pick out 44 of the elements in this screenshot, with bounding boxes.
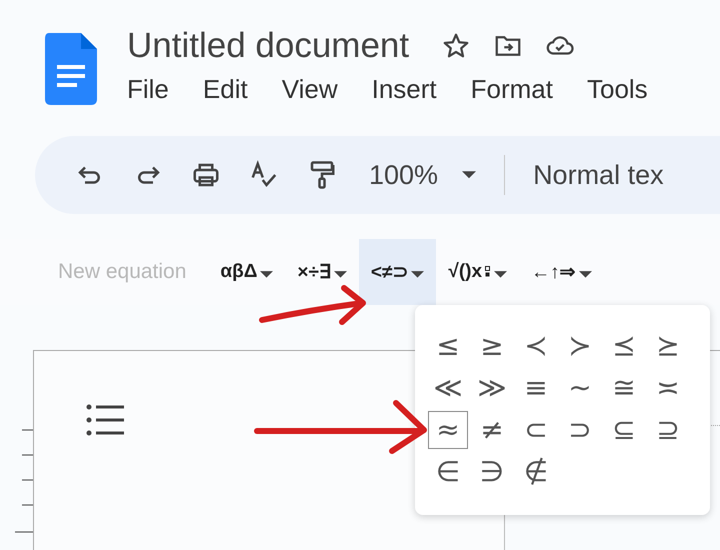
menu-item[interactable]: Format [470, 74, 553, 105]
symbol-option[interactable]: ≡ [516, 369, 556, 407]
symbol-option[interactable]: ≺ [516, 327, 556, 365]
symbol-option[interactable]: ≥ [472, 327, 512, 365]
symbol-option[interactable]: ⊃ [560, 411, 600, 449]
symbol-option[interactable]: ⊆ [604, 411, 644, 449]
document-icon[interactable] [45, 33, 97, 105]
symbol-option[interactable]: ∼ [560, 369, 600, 407]
menu-item[interactable]: Tools [586, 74, 648, 105]
symbol-option[interactable]: ≪ [428, 369, 468, 407]
menu-item[interactable]: File [127, 74, 169, 105]
caret-icon [260, 271, 274, 279]
symbol-option[interactable]: ≠ [472, 411, 512, 449]
caret-icon [578, 271, 592, 279]
caret-icon [462, 170, 476, 180]
symbol-group-dropdown[interactable]: √()x [436, 239, 520, 305]
menu-item[interactable]: Insert [372, 74, 437, 105]
zoom-dropdown[interactable]: 100% [369, 160, 476, 190]
symbol-option[interactable]: ≤ [428, 327, 468, 365]
symbol-option[interactable]: ⊂ [516, 411, 556, 449]
text-style-dropdown[interactable]: Normal tex [533, 160, 664, 190]
symbol-group-dropdown[interactable]: ←↑⇒ [519, 239, 604, 305]
symbol-option[interactable]: ≈ [428, 411, 468, 449]
symbol-option[interactable]: ∈ [428, 453, 468, 491]
symbol-option[interactable]: ≅ [604, 369, 644, 407]
symbol-option[interactable]: ⊇ [648, 411, 688, 449]
symbol-option[interactable]: ∉ [516, 453, 556, 491]
superscript-subscript-icon [485, 266, 492, 278]
bulleted-list-icon[interactable] [86, 403, 126, 437]
symbol-option[interactable]: ≻ [560, 327, 600, 365]
symbol-option[interactable]: ∋ [472, 453, 512, 491]
caret-icon [494, 271, 508, 279]
symbol-group-dropdown[interactable]: <≠⊃ [358, 239, 436, 305]
symbol-group-dropdown[interactable]: ×÷∃ [285, 239, 359, 305]
symbol-option[interactable]: ≍ [648, 369, 688, 407]
menu-item[interactable]: View [282, 74, 338, 105]
symbol-group-dropdown[interactable]: αβΔ [208, 239, 286, 305]
caret-icon [411, 271, 424, 279]
caret-icon [334, 271, 347, 279]
symbol-option[interactable]: ⪯ [604, 327, 644, 365]
symbol-option[interactable]: ⪰ [648, 327, 688, 365]
menu-item[interactable]: Edit [202, 74, 248, 105]
symbol-option[interactable]: ≫ [472, 369, 512, 407]
document-title[interactable]: Untitled document [127, 26, 410, 66]
